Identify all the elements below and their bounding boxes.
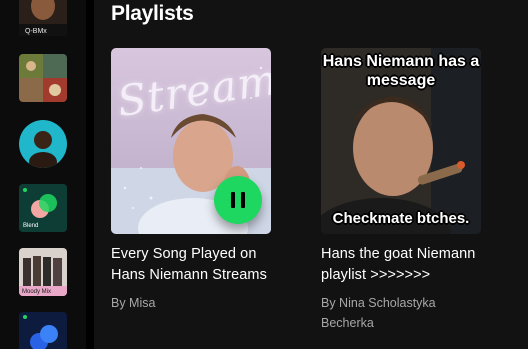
playlist-cover-image — [19, 54, 67, 102]
sidebar-item-artist[interactable] — [19, 120, 67, 168]
artist-avatar — [19, 120, 67, 168]
sidebar-item-label: Q-BMx — [25, 28, 47, 35]
sidebar-divider — [86, 0, 94, 349]
section-title: Playlists — [111, 2, 194, 25]
sidebar-item-blend[interactable]: Blend — [19, 184, 67, 232]
library-sidebar: Q-BMx Blend Moody Mix — [0, 0, 86, 349]
main-content: Playlists Stream Every Song Played on Ha… — [94, 0, 528, 349]
playlist-owner: By Misa — [111, 296, 156, 310]
pause-button[interactable] — [214, 176, 262, 224]
sidebar-item-label: Blend — [23, 223, 38, 229]
playlist-owner: By Nina Scholastyka Becherka — [321, 296, 436, 330]
mix-cover-image: Moody Mix — [19, 248, 67, 296]
sidebar-item-moody-mix[interactable]: Moody Mix — [19, 248, 67, 296]
playlist-title[interactable]: Every Song Played on Hans Niemann Stream… — [111, 244, 271, 286]
cover-caption-bottom: Checkmate btches. — [332, 210, 470, 227]
playlist-cover-image — [19, 312, 67, 349]
playlist-card[interactable]: Hans Niemann has a message Checkmate btc… — [321, 48, 481, 333]
blend-cover-image: Blend — [19, 184, 67, 232]
sidebar-item-playlist-6[interactable] — [19, 312, 67, 349]
playlist-card[interactable]: Stream Every Song Played on Hans Niemann… — [111, 48, 271, 313]
app-window: Q-BMx Blend Moody Mix Playlists Stream E… — [0, 0, 528, 349]
playlist-cover: Hans Niemann has a message Checkmate btc… — [321, 48, 481, 234]
playlist-cover-image: Q-BMx — [19, 0, 67, 36]
cover-caption-top: Hans Niemann has a message — [322, 53, 480, 89]
playlist-title[interactable]: Hans the goat Niemann playlist >>>>>>> — [321, 244, 481, 286]
sidebar-item-label: Moody Mix — [22, 289, 51, 295]
sidebar-item-playlist-1[interactable]: Q-BMx — [19, 0, 67, 36]
sidebar-item-playlist-2[interactable] — [19, 54, 67, 102]
playlist-cover: Stream — [111, 48, 271, 234]
pause-icon — [231, 192, 235, 208]
